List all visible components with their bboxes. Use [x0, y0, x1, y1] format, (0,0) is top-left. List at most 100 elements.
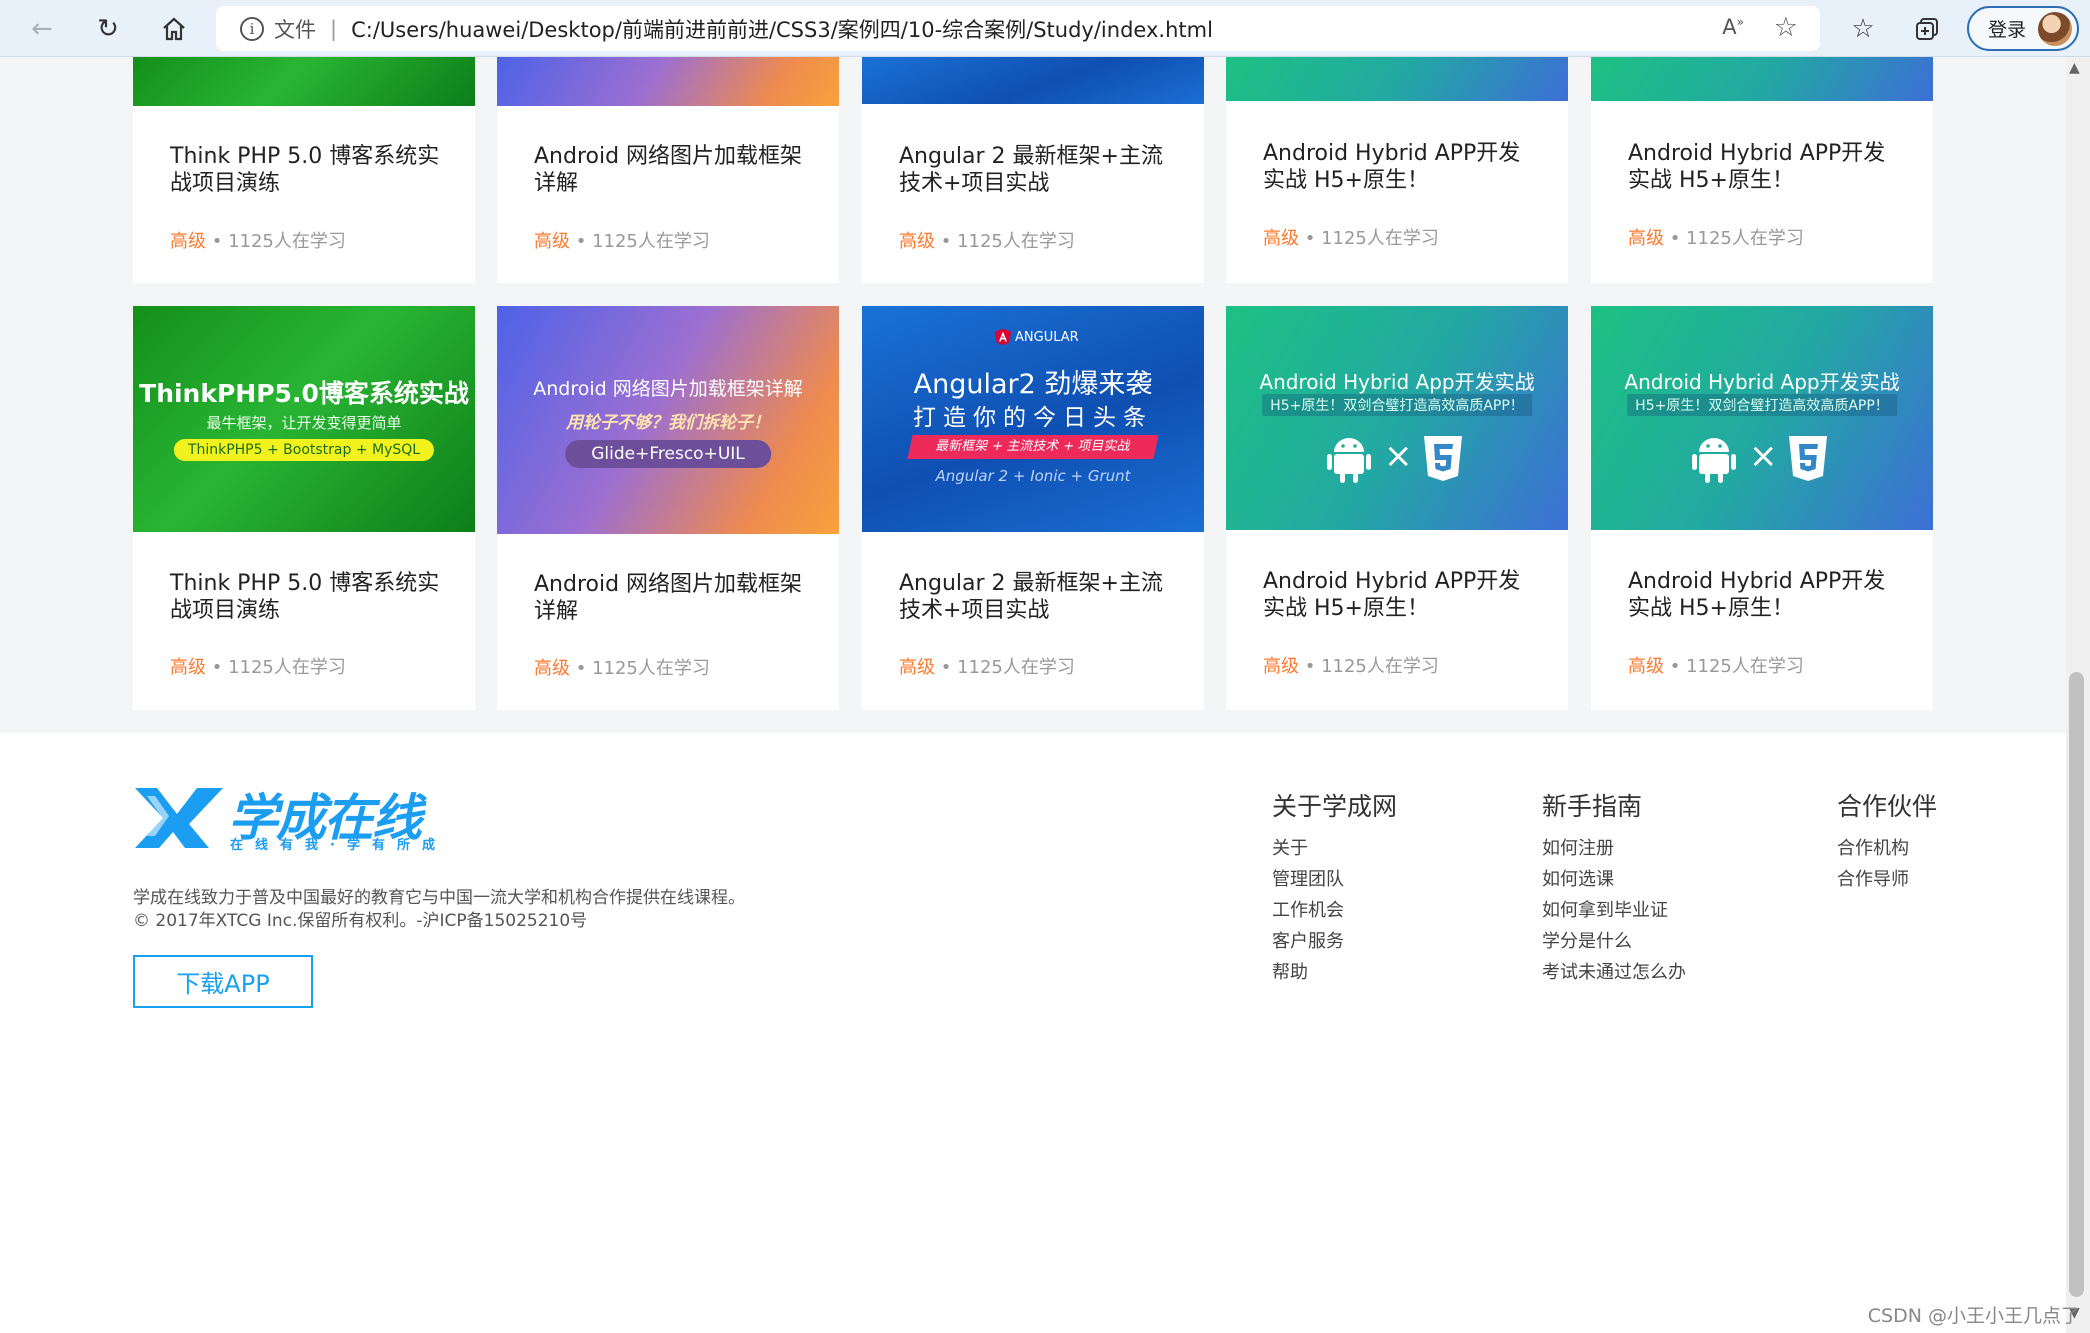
- course-learners: 1125人在学习: [228, 657, 346, 678]
- download-app-button[interactable]: 下载APP: [133, 955, 313, 1008]
- banner-title: Angular2 劲爆来袭: [913, 369, 1153, 400]
- course-thumbnail: Android Hybrid App开发实战 H5+原生！双剑合璧打造高效高质A…: [1591, 306, 1933, 530]
- angular-shield-icon: [994, 328, 1012, 346]
- course-learners: 1125人在学习: [957, 231, 1075, 252]
- login-button[interactable]: 登录: [1967, 6, 2079, 51]
- course-thumbnail: [497, 57, 839, 106]
- course-thumbnail: [133, 57, 475, 106]
- back-arrow-icon[interactable]: ←: [22, 9, 62, 49]
- banner-subtitle: H5+原生！双剑合璧打造高效高质APP！: [1627, 394, 1897, 416]
- angular-brand: ANGULAR: [1015, 329, 1079, 345]
- footer-column-about: 关于学成网 关于 管理团队 工作机会 客户服务 帮助: [1272, 787, 1397, 988]
- footer-copyright: © 2017年XTCG Inc.保留所有权利。-沪ICP备15025210号: [133, 911, 588, 931]
- footer-link[interactable]: 学分是什么: [1542, 926, 1686, 957]
- course-meta: 高级 • 1125人在学习: [170, 231, 346, 252]
- banner-subtitle: 用轮子不够？我们拆轮子！: [566, 413, 770, 433]
- course-learners: 1125人在学习: [592, 658, 710, 679]
- banner-subtitle: 打造你的今日头条: [913, 405, 1153, 431]
- csdn-watermark: CSDN @小王小王几点了: [1867, 1305, 2080, 1327]
- android-icon: [1326, 434, 1372, 488]
- course-card-hybrid-3[interactable]: Android Hybrid App开发实战 H5+原生！双剑合璧打造高效高质A…: [1226, 306, 1568, 710]
- course-level: 高级: [1263, 656, 1299, 677]
- footer-link[interactable]: 帮助: [1272, 957, 1397, 988]
- course-meta: 高级 • 1125人在学习: [170, 657, 346, 678]
- footer-link[interactable]: 如何选课: [1542, 864, 1686, 895]
- footer-link[interactable]: 考试未通过怎么办: [1542, 957, 1686, 988]
- course-title: Angular 2 最新框架+主流技术+项目实战: [899, 144, 1163, 196]
- course-card-android-2[interactable]: Android 网络图片加载框架详解 用轮子不够？我们拆轮子！ Glide+Fr…: [497, 306, 839, 710]
- course-card-hybrid-4[interactable]: Android Hybrid App开发实战 H5+原生！双剑合璧打造高效高质A…: [1591, 306, 1933, 710]
- course-card-android-1[interactable]: Android 网络图片加载框架详解 高级 • 1125人在学习: [497, 57, 839, 283]
- footer-column-title: 合作伙伴: [1837, 792, 1938, 821]
- footer-link[interactable]: 客户服务: [1272, 926, 1397, 957]
- footer-link[interactable]: 合作导师: [1837, 864, 1937, 895]
- banner-title: Android Hybrid App开发实战: [1259, 370, 1535, 394]
- footer-link[interactable]: 如何拿到毕业证: [1542, 895, 1686, 926]
- course-card-angular-2[interactable]: ANGULAR Angular2 劲爆来袭 打造你的今日头条 最新框架 + 主流…: [862, 306, 1204, 710]
- address-bar[interactable]: i 文件 | C:/Users/huawei/Desktop/前端前进前前进/C…: [216, 6, 1820, 51]
- footer-link[interactable]: 合作机构: [1837, 833, 1937, 864]
- course-level: 高级: [1628, 228, 1664, 249]
- favorite-star-icon[interactable]: ☆: [1774, 12, 1798, 43]
- scroll-up-arrow-icon[interactable]: ▲: [2069, 60, 2080, 76]
- course-meta: 高级 • 1125人在学习: [534, 231, 710, 252]
- footer-link[interactable]: 工作机会: [1272, 895, 1397, 926]
- course-meta: 高级 • 1125人在学习: [1628, 228, 1804, 249]
- android-icon: [1691, 434, 1737, 488]
- course-learners: 1125人在学习: [957, 657, 1075, 678]
- footer-link[interactable]: 关于: [1272, 833, 1397, 864]
- collections-icon[interactable]: [1907, 9, 1947, 49]
- course-level: 高级: [170, 657, 206, 678]
- course-level: 高级: [899, 231, 935, 252]
- course-title: Think PHP 5.0 博客系统实战项目演练: [170, 571, 440, 623]
- course-card-angular-1[interactable]: Angular 2 最新框架+主流技术+项目实战 高级 • 1125人在学习: [862, 57, 1204, 283]
- banner-title: Android Hybrid App开发实战: [1624, 370, 1900, 394]
- course-thumbnail: Android Hybrid App开发实战 H5+原生！双剑合璧打造高效高质A…: [1226, 306, 1568, 530]
- banner-ribbon: 最新框架 + 主流技术 + 项目实战: [907, 435, 1159, 459]
- html5-icon: [1787, 434, 1829, 486]
- favorites-icon[interactable]: ☆: [1843, 9, 1883, 49]
- banner-subtitle: H5+原生！双剑合璧打造高效高质APP！: [1262, 394, 1532, 416]
- url-text[interactable]: C:/Users/huawei/Desktop/前端前进前前进/CSS3/案例四…: [351, 14, 1213, 44]
- course-level: 高级: [1263, 228, 1299, 249]
- course-title: Android 网络图片加载框架详解: [534, 144, 803, 196]
- html5-icon: [1422, 434, 1464, 486]
- course-level: 高级: [534, 658, 570, 679]
- scrollbar-thumb[interactable]: [2069, 672, 2084, 1297]
- course-card-php-2[interactable]: ThinkPHP5.0博客系统实战 最牛框架，让开发变得更简单 ThinkPHP…: [133, 306, 475, 710]
- banner-title: Android 网络图片加载框架详解: [533, 378, 803, 400]
- course-card-hybrid-2[interactable]: Android Hybrid APP开发实战 H5+原生！ 高级 • 1125人…: [1591, 57, 1933, 283]
- refresh-icon[interactable]: ↻: [88, 9, 128, 49]
- course-title: Angular 2 最新框架+主流技术+项目实战: [899, 571, 1163, 623]
- course-thumbnail: ThinkPHP5.0博客系统实战 最牛框架，让开发变得更简单 ThinkPHP…: [133, 306, 475, 532]
- course-title: Android Hybrid APP开发实战 H5+原生！: [1628, 141, 1886, 193]
- browser-toolbar: ← ↻ i 文件 | C:/Users/huawei/Desktop/前端前进前…: [0, 0, 2090, 57]
- times-glyph: ×: [1749, 436, 1778, 476]
- footer-desc-line1: 学成在线致力于普及中国最好的教育它与中国一流大学和机构合作提供在线课程。: [133, 888, 745, 908]
- course-thumbnail: [1226, 57, 1568, 101]
- footer-column-title: 新手指南: [1542, 792, 1643, 821]
- footer-column-partners: 合作伙伴 合作机构 合作导师: [1837, 787, 1937, 895]
- course-meta: 高级 • 1125人在学习: [1628, 656, 1804, 677]
- course-card-php-1[interactable]: Think PHP 5.0 博客系统实战项目演练 高级 • 1125人在学习: [133, 57, 475, 283]
- course-level: 高级: [170, 231, 206, 252]
- course-learners: 1125人在学习: [228, 231, 346, 252]
- banner-subtitle: 最牛框架，让开发变得更简单: [206, 414, 402, 432]
- info-icon[interactable]: i: [240, 16, 264, 41]
- course-level: 高级: [534, 231, 570, 252]
- read-aloud-icon[interactable]: A»: [1722, 15, 1744, 39]
- course-meta: 高级 • 1125人在学习: [534, 658, 710, 679]
- course-card-hybrid-1[interactable]: Android Hybrid APP开发实战 H5+原生！ 高级 • 1125人…: [1226, 57, 1568, 283]
- footer-link[interactable]: 管理团队: [1272, 864, 1397, 895]
- course-learners: 1125人在学习: [592, 231, 710, 252]
- address-divider: |: [330, 16, 338, 41]
- home-icon[interactable]: [154, 9, 194, 49]
- site-logo-slogan: 在线有我·学有所成: [230, 838, 447, 853]
- course-thumbnail: ANGULAR Angular2 劲爆来袭 打造你的今日头条 最新框架 + 主流…: [862, 306, 1204, 532]
- course-learners: 1125人在学习: [1321, 656, 1439, 677]
- xc-logo-icon[interactable]: [133, 786, 227, 854]
- footer-link[interactable]: 如何注册: [1542, 833, 1686, 864]
- course-title: Android Hybrid APP开发实战 H5+原生！: [1628, 569, 1886, 621]
- course-meta: 高级 • 1125人在学习: [1263, 228, 1439, 249]
- course-learners: 1125人在学习: [1686, 656, 1804, 677]
